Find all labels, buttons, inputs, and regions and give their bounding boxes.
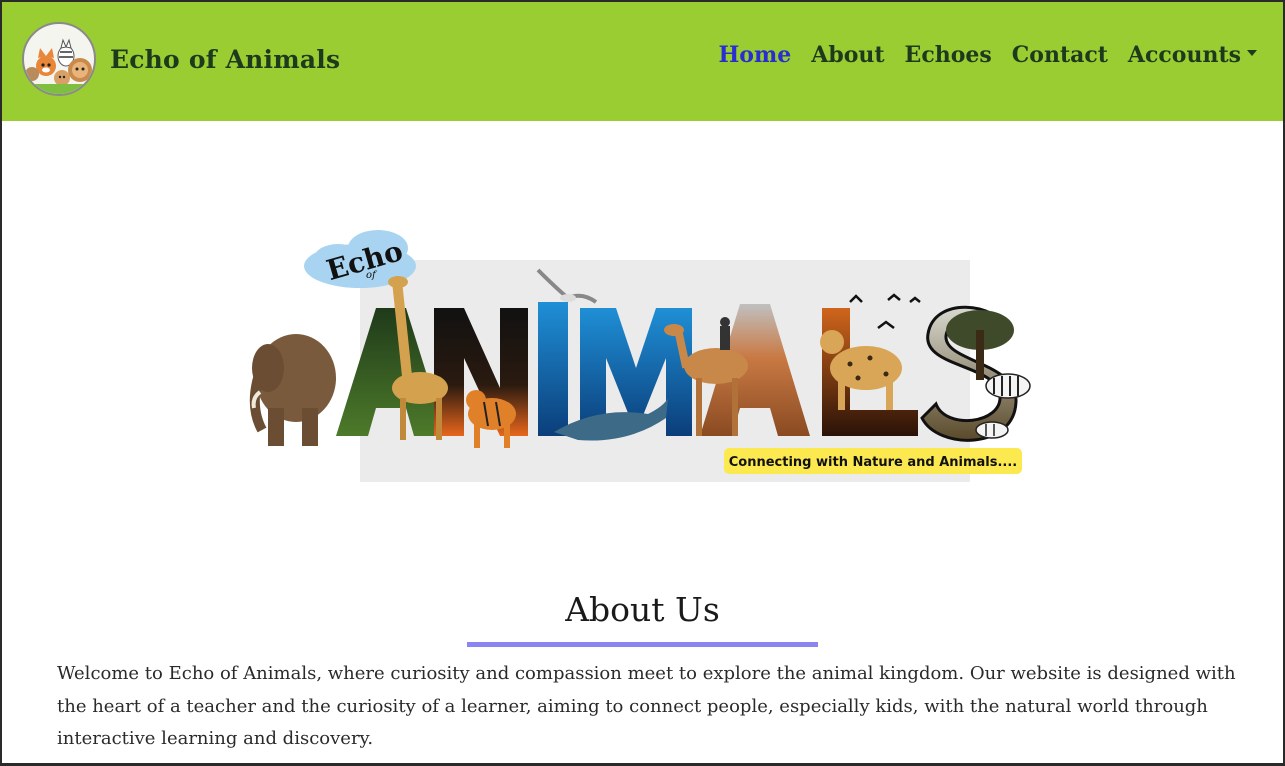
nav-item-about[interactable]: About (811, 42, 884, 68)
brand[interactable]: Echo of Animals (22, 22, 340, 96)
nav-item-contact[interactable]: Contact (1012, 42, 1108, 68)
about-title-underline (467, 642, 818, 647)
nav-item-echoes[interactable]: Echoes (905, 42, 992, 68)
about-title: About Us (565, 590, 720, 629)
elephant-icon (249, 334, 336, 446)
navbar: Echo of Animals Home About Echoes Contac… (2, 2, 1283, 121)
nav-links: Home About Echoes Contact Accounts (699, 42, 1257, 68)
cartoon-animals-logo-icon[interactable] (22, 22, 96, 96)
nav-item-accounts-label: Accounts (1127, 42, 1241, 68)
hero-tagline: Connecting with Nature and Animals.... (729, 455, 1018, 470)
about-body-text: Welcome to Echo of Animals, where curios… (57, 663, 1236, 749)
hero-banner: Echo of Connecting with Nature and Anima… (238, 218, 1038, 518)
caret-down-icon (1247, 50, 1257, 56)
nav-item-home[interactable]: Home (719, 42, 792, 68)
brand-name[interactable]: Echo of Animals (110, 45, 340, 74)
page-frame: Echo of Animals Home About Echoes Contac… (2, 2, 1283, 763)
nav-item-accounts-dropdown[interactable]: Accounts (1128, 42, 1257, 68)
echo-of-animals-banner-image: Echo of Connecting with Nature and Anima… (249, 230, 1031, 482)
